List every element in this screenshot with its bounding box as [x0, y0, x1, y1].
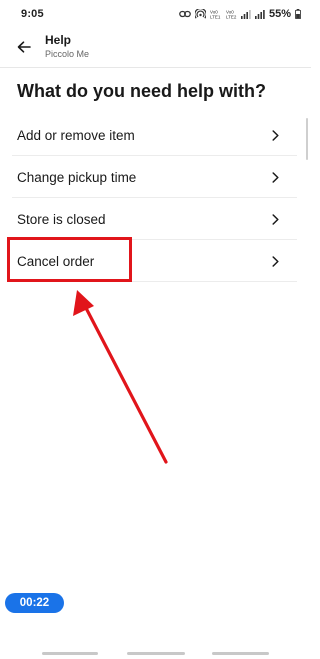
- back-nav-bar[interactable]: [212, 652, 269, 655]
- arrow-left-icon: [17, 41, 31, 53]
- battery-percentage: 55%: [268, 8, 291, 20]
- status-bar: 9:05 Vo0 LTE1 Vo0 LTE2 55%: [0, 0, 311, 28]
- header-text: Help Piccolo Me: [45, 33, 89, 61]
- recording-timer-badge: 00:22: [5, 593, 64, 613]
- back-button[interactable]: [12, 35, 36, 59]
- page-title: Help: [45, 33, 72, 47]
- signal-icon: [240, 9, 251, 19]
- help-option-label: Change pickup time: [17, 169, 137, 185]
- help-option-label: Store is closed: [17, 211, 106, 227]
- svg-text:LTE2: LTE2: [226, 15, 237, 20]
- help-option-store-is-closed[interactable]: Store is closed: [0, 198, 311, 240]
- battery-icon: [295, 9, 301, 19]
- hotspot-icon: [194, 9, 206, 19]
- help-screen: 9:05 Vo0 LTE1 Vo0 LTE2 55% Help Piccolo …: [0, 0, 311, 659]
- chevron-right-icon: [272, 213, 282, 225]
- help-option-cancel-order[interactable]: Cancel order: [0, 240, 311, 282]
- scrollbar[interactable]: [306, 118, 308, 160]
- svg-text:LTE1: LTE1: [210, 15, 221, 20]
- lte-icon: Vo0 LTE2: [226, 9, 237, 20]
- help-options-list: Add or remove item Change pickup time St…: [0, 114, 311, 282]
- store-name: Piccolo Me: [45, 49, 90, 59]
- app-header: Help Piccolo Me: [0, 28, 311, 66]
- chevron-right-icon: [272, 255, 282, 267]
- status-icons: Vo0 LTE1 Vo0 LTE2 55%: [179, 8, 301, 20]
- help-option-change-pickup-time[interactable]: Change pickup time: [0, 156, 311, 198]
- home-nav-bar[interactable]: [127, 652, 185, 655]
- gesture-navigation-bar: [0, 652, 311, 656]
- signal-icon: [254, 9, 265, 19]
- help-option-add-or-remove-item[interactable]: Add or remove item: [0, 114, 311, 156]
- header-divider: [0, 67, 311, 68]
- chevron-right-icon: [272, 171, 282, 183]
- volte-icon: Vo0 LTE1: [210, 9, 222, 20]
- help-heading: What do you need help with?: [17, 81, 266, 101]
- link-icon: [179, 10, 191, 18]
- help-option-label: Add or remove item: [17, 127, 135, 143]
- status-time: 9:05: [21, 8, 44, 20]
- recents-nav-bar[interactable]: [42, 652, 98, 655]
- help-option-label: Cancel order: [17, 253, 95, 269]
- chevron-right-icon: [272, 129, 282, 141]
